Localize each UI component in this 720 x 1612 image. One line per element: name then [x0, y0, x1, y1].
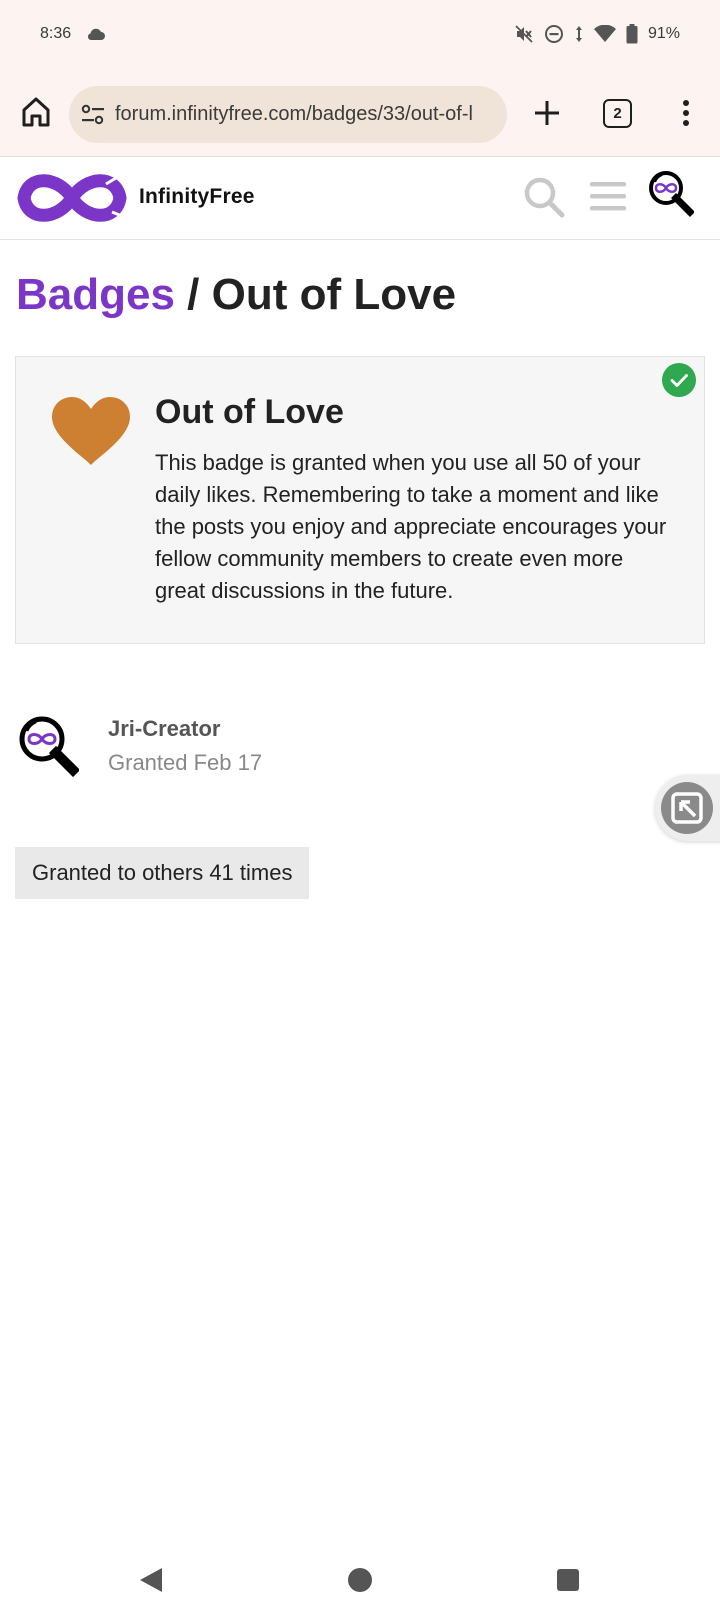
status-icons: 91%	[514, 24, 680, 44]
site-header: InfinityFree	[0, 157, 720, 240]
home-circle-icon[interactable]	[348, 1568, 372, 1592]
badge-description: This badge is granted when you use all 5…	[155, 450, 667, 603]
hamburger-menu-icon[interactable]	[590, 179, 626, 218]
more-vert-icon[interactable]	[676, 96, 696, 130]
user-avatar-icon[interactable]	[646, 169, 695, 222]
page-title: Badges / Out of Love	[16, 270, 456, 320]
granted-date: Granted Feb 17	[108, 750, 263, 775]
cloud-icon	[86, 27, 106, 46]
status-time: 8:36	[40, 25, 72, 42]
url-bar[interactable]: forum.infinityfree.com/badges/33/out-of-…	[69, 86, 507, 143]
avatar[interactable]	[15, 713, 81, 782]
battery-level: 91%	[647, 25, 680, 42]
mute-icon	[514, 24, 534, 44]
wifi-icon	[593, 25, 616, 43]
plus-icon[interactable]	[530, 96, 564, 130]
system-nav-bar	[0, 1540, 720, 1612]
url-text[interactable]: forum.infinityfree.com/badges/33/out-of-…	[115, 103, 495, 126]
search-icon[interactable]	[522, 175, 566, 224]
recents-icon[interactable]	[557, 1569, 579, 1591]
home-icon[interactable]	[18, 94, 54, 130]
floating-app-icon[interactable]	[661, 782, 713, 834]
granted-to-others-button[interactable]: Granted to others 41 times	[15, 847, 310, 899]
granted-user-card: Jri-Creator Granted Feb 17	[15, 713, 415, 785]
site-name[interactable]: InfinityFree	[139, 185, 255, 209]
page-title-text: Out of Love	[211, 270, 457, 319]
heart-icon	[50, 395, 132, 472]
infinity-logo-icon[interactable]	[14, 168, 130, 233]
user-name-link[interactable]: Jri-Creator	[108, 716, 220, 742]
dnd-icon	[544, 24, 564, 44]
data-arrows-icon	[574, 24, 584, 44]
tab-switcher-button[interactable]: 2	[603, 99, 632, 128]
check-circle-icon	[662, 363, 696, 402]
battery-icon	[626, 24, 638, 44]
badge-name: Out of Love	[155, 393, 344, 431]
back-icon[interactable]	[138, 1566, 164, 1599]
breadcrumb-separator: /	[174, 270, 212, 319]
badge-card: Out of Love This badge is granted when y…	[15, 356, 705, 644]
browser-toolbar: forum.infinityfree.com/badges/33/out-of-…	[0, 74, 720, 157]
tune-icon[interactable]	[81, 104, 105, 131]
status-bar: 8:36 91%	[0, 0, 720, 74]
floating-action-button[interactable]	[655, 775, 720, 841]
breadcrumb-badges-link[interactable]: Badges	[16, 270, 175, 319]
